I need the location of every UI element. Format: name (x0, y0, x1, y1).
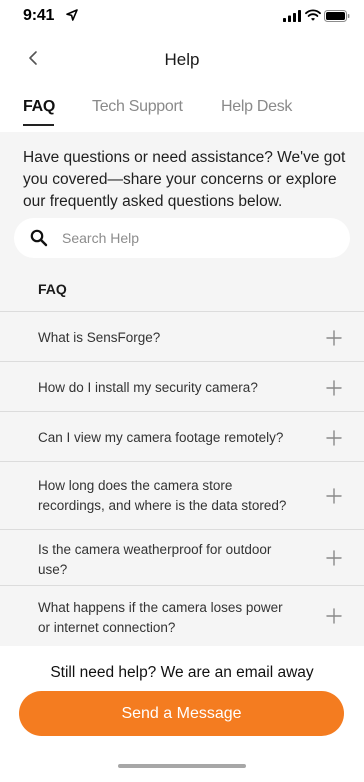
active-tab-indicator (23, 124, 54, 126)
tab-tech-support[interactable]: Tech Support (92, 98, 183, 116)
cellular-signal-icon (283, 10, 301, 22)
faq-question: Can I view my camera footage remotely? (38, 430, 284, 445)
search-input[interactable] (62, 218, 332, 258)
location-arrow-icon (66, 9, 78, 21)
plus-icon[interactable] (326, 380, 342, 396)
faq-question: What is SensForge? (38, 330, 161, 345)
search-bar[interactable] (14, 218, 350, 258)
plus-icon[interactable] (326, 330, 342, 346)
tab-faq[interactable]: FAQ (23, 98, 55, 116)
faq-question: Is the camera weatherproof for outdoor u… (38, 542, 272, 577)
faq-item[interactable]: Can I view my camera footage remotely? (0, 411, 364, 461)
faq-list: What is SensForge? How do I install my s… (0, 311, 364, 645)
faq-item[interactable]: What happens if the camera loses power o… (0, 585, 364, 645)
faq-item[interactable]: Is the camera weatherproof for outdoor u… (0, 529, 364, 585)
faq-heading: FAQ (38, 281, 67, 297)
contact-prompt: Still need help? We are an email away (50, 664, 314, 681)
intro-text: Have questions or need assistance? We've… (23, 149, 346, 210)
page-title: Help (164, 50, 200, 69)
footer: Still need help? We are an email away Se… (0, 646, 364, 782)
header: Help (0, 40, 364, 82)
search-icon (30, 229, 48, 247)
wifi-icon (305, 9, 321, 21)
send-message-button[interactable]: Send a Message (19, 691, 344, 736)
faq-question: What happens if the camera loses power o… (38, 600, 283, 635)
plus-icon[interactable] (326, 550, 342, 566)
home-indicator (118, 764, 246, 768)
plus-icon[interactable] (326, 430, 342, 446)
status-time: 9:41 (23, 7, 55, 24)
faq-question: How long does the camera store recording… (38, 478, 287, 513)
tab-help-desk[interactable]: Help Desk (221, 98, 292, 116)
plus-icon[interactable] (326, 488, 342, 504)
faq-question: How do I install my security camera? (38, 380, 258, 395)
status-bar: 9:41 (0, 0, 364, 40)
faq-item[interactable]: What is SensForge? (0, 311, 364, 361)
plus-icon[interactable] (326, 608, 342, 624)
tab-bar: FAQ Tech Support Help Desk (0, 82, 364, 132)
faq-item[interactable]: How long does the camera store recording… (0, 461, 364, 529)
battery-icon (324, 10, 350, 22)
faq-item[interactable]: How do I install my security camera? (0, 361, 364, 411)
